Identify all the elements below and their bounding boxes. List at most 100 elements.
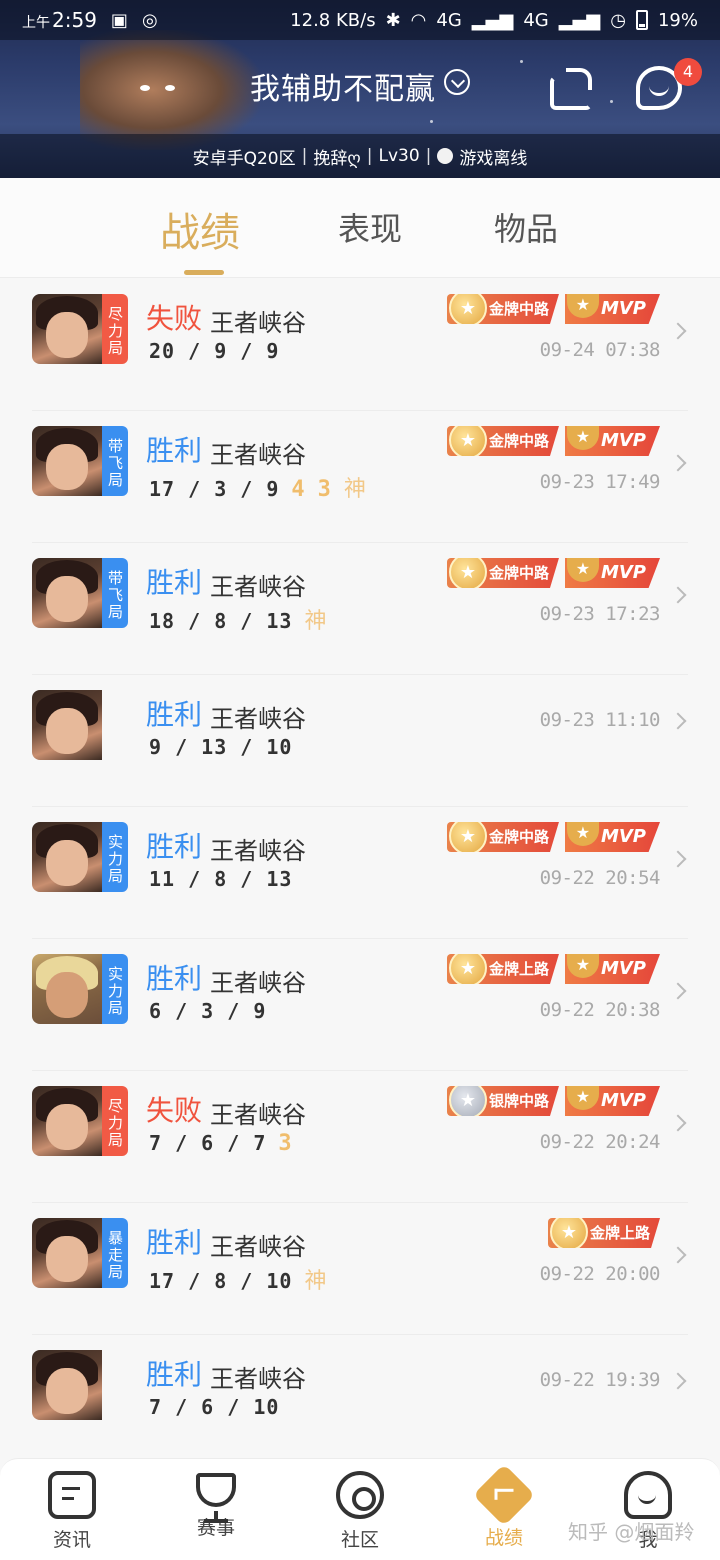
- chevron-right-icon: [669, 850, 687, 868]
- match-date: 09-23 11:10: [539, 709, 661, 731]
- match-mode: 王者峡谷: [210, 837, 306, 865]
- hero-avatar: [32, 426, 102, 496]
- status-time: 上午 2:59: [22, 8, 97, 32]
- match-kda: 7 / 6 / 7: [149, 1131, 267, 1155]
- trophy-icon: [566, 954, 599, 980]
- match-kda: 17 / 8 / 10: [149, 1269, 293, 1293]
- trophy-icon: [566, 426, 599, 452]
- mvp-badge: MVP: [564, 954, 660, 984]
- match-result: 胜利: [146, 1226, 203, 1259]
- medal-icon: [448, 1086, 487, 1116]
- chevron-right-icon: [669, 712, 687, 730]
- tab-performance[interactable]: 表现: [338, 204, 402, 250]
- medal-group: 金牌上路 MVP: [446, 951, 660, 987]
- match-row[interactable]: 实力局胜利王者峡谷6 / 3 / 9 金牌上路 MVP 09-22 20:38: [32, 939, 688, 1071]
- alarm-icon: ◷: [610, 9, 626, 31]
- server-name: 安卓手Q20区: [192, 148, 296, 169]
- mvp-badge: MVP: [564, 294, 660, 324]
- online-status: 游戏离线: [459, 148, 528, 169]
- status-dot-icon: [437, 148, 454, 164]
- match-row[interactable]: 胜利 王者峡谷 9 / 13 / 10 09-23 11:10: [32, 675, 688, 807]
- share-button[interactable]: [548, 66, 598, 110]
- community-icon: [336, 1471, 384, 1519]
- multikill-badge: 4: [291, 477, 306, 502]
- network-speed: 12.8 KB/s: [290, 9, 376, 31]
- lane-medal: 金牌中路: [446, 426, 559, 456]
- match-tag: 实力局: [102, 954, 128, 1024]
- account-switcher[interactable]: 我辅助不配赢: [0, 64, 720, 108]
- kda-line: 17 / 3 / 9 43神: [149, 471, 367, 503]
- mvp-label: MVP: [600, 298, 646, 319]
- battery-icon: [635, 10, 648, 30]
- nav-label: 资讯: [52, 1529, 91, 1551]
- medal-label: 金牌中路: [488, 432, 549, 450]
- multikill-badge: 神: [304, 1269, 328, 1294]
- lane-medal: 银牌中路: [446, 1086, 559, 1116]
- match-list: 尽力局失败王者峡谷20 / 9 / 9金牌中路MVP09-24 07:38带飞局…: [0, 279, 720, 1467]
- medal-group: 金牌上路: [547, 1215, 660, 1251]
- chevron-right-icon: [669, 586, 687, 604]
- match-row[interactable]: 胜利 王者峡谷 7 / 6 / 10 09-22 19:39: [32, 1335, 688, 1467]
- match-date: 09-22 20:54: [539, 867, 661, 889]
- medal-label: 金牌中路: [488, 300, 549, 318]
- network-type-2: 4G: [523, 9, 549, 31]
- watermark: 知乎 @烟面羚: [568, 1520, 695, 1544]
- match-row[interactable]: 尽力局失败王者峡谷20 / 9 / 9 金牌中路 MVP 09-24 07:38: [32, 279, 688, 411]
- nav-community[interactable]: 社区: [310, 1471, 410, 1552]
- nav-events[interactable]: 赛事: [166, 1471, 266, 1540]
- match-row[interactable]: 带飞局胜利王者峡谷 17 / 3 / 9 43神 金牌中路 MVP 09-23 17:49: [32, 411, 688, 543]
- match-mode: 王者峡谷: [210, 969, 306, 997]
- hero-avatar: [32, 954, 102, 1024]
- tab-bar: 战绩 表现 物品: [0, 178, 720, 278]
- nav-label: 战绩: [484, 1527, 523, 1549]
- match-tag: 带飞局: [102, 558, 128, 628]
- match-tag: 尽力局: [102, 294, 128, 364]
- match-row[interactable]: 实力局胜利王者峡谷11 / 8 / 13 金牌中路 MVP 09-22 20:54: [32, 807, 688, 939]
- match-result: 失败: [146, 1094, 203, 1127]
- nav-news[interactable]: 资讯: [22, 1471, 122, 1552]
- me-icon: [624, 1471, 672, 1519]
- kda-line: 17 / 8 / 10 神: [149, 1263, 327, 1295]
- profile-header: 上午 2:59 ▣ ◎ 12.8 KB/s ✱ ◠ 4G ▂▄▆ 4G ▂▄▆ ◷…: [0, 0, 720, 178]
- medal-icon: [448, 426, 487, 456]
- tab-items[interactable]: 物品: [494, 204, 558, 250]
- network-type-1: 4G: [436, 9, 462, 31]
- kda-line: 11 / 8 / 13: [149, 867, 292, 891]
- medal-label: 金牌中路: [488, 564, 549, 582]
- medal-group: 金牌中路 MVP: [446, 555, 660, 591]
- wifi-icon: ◠: [410, 9, 427, 31]
- nav-records[interactable]: 战绩: [454, 1463, 554, 1550]
- match-date: 09-22 19:39: [539, 1369, 661, 1391]
- match-row[interactable]: 暴走局胜利王者峡谷 17 / 8 / 10 神 金牌上路 09-22 20:00: [32, 1203, 688, 1335]
- kda-line: 6 / 3 / 9: [149, 999, 266, 1023]
- chevron-down-icon: [444, 69, 470, 95]
- tab-records[interactable]: 战绩: [160, 200, 240, 258]
- match-mode: 王者峡谷: [210, 441, 306, 469]
- kda-line: 20 / 9 / 9: [149, 339, 279, 363]
- player-name: 挽辞ღ: [313, 148, 361, 169]
- signal-icon-2: ▂▄▆: [558, 9, 601, 31]
- medal-icon: [549, 1218, 588, 1248]
- hero-avatar: [32, 558, 102, 628]
- status-bar: 上午 2:59 ▣ ◎ 12.8 KB/s ✱ ◠ 4G ▂▄▆ 4G ▂▄▆ ◷…: [0, 0, 720, 40]
- app-icon: ◎: [141, 9, 158, 31]
- chevron-right-icon: [669, 1372, 687, 1390]
- match-row[interactable]: 尽力局失败王者峡谷7 / 6 / 7 3 银牌中路 MVP 09-22 20:24: [32, 1071, 688, 1203]
- trophy-icon: [566, 1086, 599, 1112]
- multikill-badge: 神: [343, 477, 367, 502]
- match-kda: 18 / 8 / 13: [149, 609, 293, 633]
- match-row[interactable]: 带飞局胜利王者峡谷 18 / 8 / 13 神 金牌中路 MVP 09-23 17:23: [32, 543, 688, 675]
- trophy-icon: [566, 294, 599, 320]
- chevron-right-icon: [669, 322, 687, 340]
- match-date: 09-23 17:49: [539, 471, 661, 493]
- multikill-badge: 神: [304, 609, 328, 634]
- nav-label: 社区: [340, 1529, 379, 1551]
- match-mode: 王者峡谷: [210, 705, 306, 733]
- medal-label: 金牌上路: [488, 960, 549, 978]
- match-kda: 6 / 3 / 9: [149, 999, 267, 1023]
- match-date: 09-22 20:38: [539, 999, 661, 1021]
- player-level: Lv30: [378, 146, 420, 166]
- match-tag: 暴走局: [102, 1218, 128, 1288]
- gallery-icon: ▣: [110, 9, 128, 31]
- match-tag: 带飞局: [102, 426, 128, 496]
